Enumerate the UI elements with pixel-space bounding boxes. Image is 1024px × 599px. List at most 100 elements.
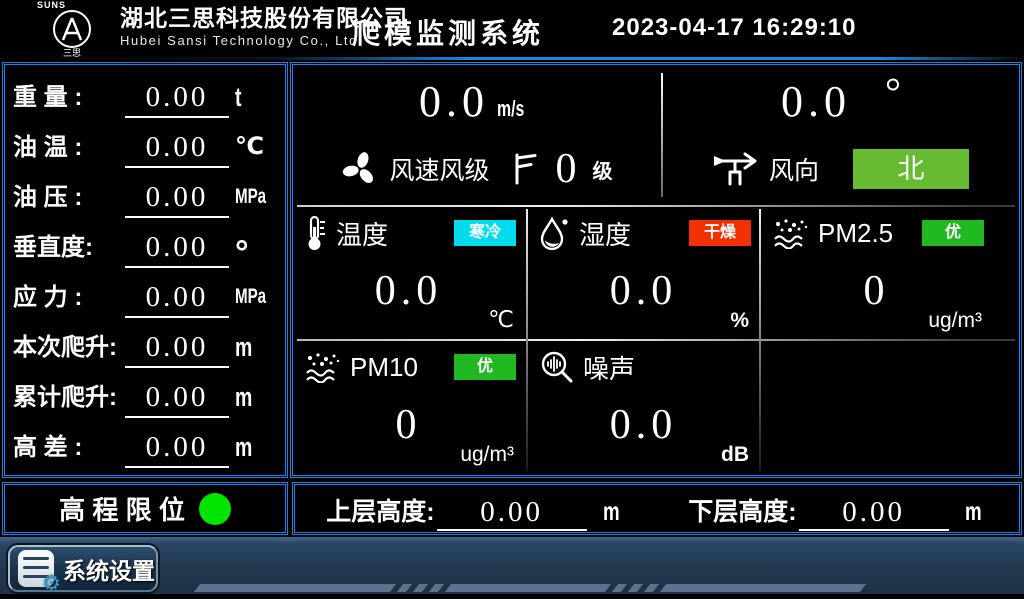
settings-sliders-icon: ⚙ bbox=[18, 550, 54, 587]
logo-mark-icon bbox=[53, 10, 91, 48]
temperature-status-badge: 寒冷 bbox=[454, 220, 516, 246]
oil-pressure-label: 油 压 : bbox=[13, 178, 125, 218]
wind-direction-value: 0.0 bbox=[781, 77, 851, 127]
pm10-cell: PM10 优 0 ug/m³ bbox=[293, 341, 524, 471]
wind-direction-section: 0.0 ° 风向 北 bbox=[663, 65, 1019, 205]
lower-height-section: 下层高度: 0.00 m bbox=[657, 487, 1019, 531]
layer-heights-box: 上层高度: 0.00 m 下层高度: 0.00 m bbox=[292, 482, 1022, 535]
humidity-cell: 湿度 干燥 0.0 % bbox=[528, 207, 759, 337]
dust-icon bbox=[305, 351, 341, 383]
sidebar-row-total-climb: 累计爬升: 0.00 m bbox=[13, 370, 277, 418]
elevation-limit-status-light bbox=[199, 493, 231, 525]
noise-cell: 噪声 0.0 dB bbox=[528, 341, 759, 471]
humidity-status-badge: 干燥 bbox=[689, 220, 751, 246]
pm25-label: PM2.5 bbox=[818, 218, 893, 249]
current-climb-unit: m bbox=[235, 326, 252, 368]
wind-level-value: 0 bbox=[556, 146, 577, 192]
datetime-display: 2023-04-17 16:29:10 bbox=[612, 14, 857, 42]
wind-direction-unit: ° bbox=[885, 77, 901, 107]
oil-temp-unit: ℃ bbox=[235, 126, 277, 168]
pm25-value: 0 bbox=[761, 267, 992, 315]
header: SUNS 三思 湖北三思科技股份有限公司 Hubei Sansi Technol… bbox=[0, 0, 1024, 57]
upper-height-value: 0.00 bbox=[437, 495, 587, 531]
wind-speed-section: 0.0 m/s 风速风级 bbox=[293, 65, 661, 205]
height-diff-value: 0.00 bbox=[125, 429, 229, 468]
wind-speed-label: 风速风级 bbox=[389, 151, 489, 187]
wind-speed-value: 0.0 bbox=[419, 77, 489, 127]
temperature-cell: 温度 寒冷 0.0 ℃ bbox=[293, 207, 524, 337]
dust-icon bbox=[773, 217, 809, 249]
wind-vane-icon bbox=[713, 150, 759, 188]
taskbar: ⚙ 系统设置 bbox=[0, 537, 1024, 599]
taskbar-bottom-strip bbox=[0, 594, 1024, 599]
sidebar-row-oil-pressure: 油 压 : 0.00 MPa bbox=[13, 170, 277, 218]
wind-direction-badge: 北 bbox=[853, 149, 969, 189]
wind-speed-unit: m/s bbox=[497, 96, 524, 122]
wind-direction-label: 风向 bbox=[769, 151, 819, 187]
verticality-unit: ° bbox=[235, 238, 277, 268]
weight-unit: t bbox=[235, 76, 241, 118]
pm10-status-badge: 优 bbox=[454, 354, 516, 380]
pm25-cell: PM2.5 优 0 ug/m³ bbox=[761, 207, 992, 337]
taskbar-decoration bbox=[197, 584, 870, 592]
page-title: 爬模监测系统 bbox=[352, 12, 544, 52]
sidebar-row-oil-temp: 油 温 : 0.00 ℃ bbox=[13, 120, 277, 168]
stress-unit: MPa bbox=[235, 276, 266, 318]
pm10-label: PM10 bbox=[350, 352, 418, 383]
pm25-status-badge: 优 bbox=[922, 220, 984, 246]
current-climb-value: 0.00 bbox=[125, 329, 229, 368]
lower-height-unit: m bbox=[965, 491, 982, 531]
upper-height-label: 上层高度: bbox=[326, 493, 434, 531]
humidity-unit: % bbox=[730, 309, 749, 333]
noise-unit: dB bbox=[721, 443, 749, 467]
sensor-grid: 温度 寒冷 0.0 ℃ 湿度 干燥 bbox=[293, 205, 1019, 476]
elevation-limit-label: 高 程 限 位 bbox=[59, 490, 185, 527]
pm25-unit: ug/m³ bbox=[928, 309, 982, 333]
stress-label: 应 力 : bbox=[13, 278, 125, 318]
verticality-value: 0.00 bbox=[125, 229, 229, 268]
humidity-label: 湿度 bbox=[579, 215, 631, 252]
temperature-unit: ℃ bbox=[488, 306, 514, 333]
humidity-value: 0.0 bbox=[528, 267, 759, 315]
height-diff-label: 高 差 : bbox=[13, 428, 125, 468]
verticality-label: 垂直度: bbox=[13, 228, 125, 268]
gear-icon: ⚙ bbox=[42, 571, 61, 595]
total-climb-value: 0.00 bbox=[125, 379, 229, 418]
noise-icon bbox=[540, 350, 574, 384]
height-diff-unit: m bbox=[235, 426, 252, 468]
noise-value: 0.0 bbox=[528, 401, 759, 449]
elevation-limit-box: 高 程 限 位 bbox=[2, 482, 288, 535]
total-climb-label: 累计爬升: bbox=[13, 378, 125, 418]
system-settings-button[interactable]: ⚙ 系统设置 bbox=[8, 545, 158, 592]
company-logo: SUNS 三思 bbox=[24, 0, 120, 57]
environment-panel: 0.0 m/s 风速风级 bbox=[290, 62, 1022, 478]
lower-height-label: 下层高度: bbox=[688, 493, 796, 531]
droplet-icon bbox=[540, 216, 570, 250]
stress-value: 0.00 bbox=[125, 279, 229, 318]
oil-temp-value: 0.00 bbox=[125, 129, 229, 168]
pm10-value: 0 bbox=[293, 401, 524, 449]
weight-label: 重 量 : bbox=[13, 78, 125, 118]
empty-cell bbox=[761, 341, 992, 471]
sidebar-row-height-diff: 高 差 : 0.00 m bbox=[13, 420, 277, 468]
sidebar-row-stress: 应 力 : 0.00 MPa bbox=[13, 270, 277, 318]
pm10-unit: ug/m³ bbox=[460, 443, 514, 467]
measurement-sidebar: 重 量 : 0.00 t 油 温 : 0.00 ℃ 油 压 : 0.00 MPa… bbox=[2, 62, 288, 478]
oil-pressure-value: 0.00 bbox=[125, 179, 229, 218]
logo-top-text: SUNS bbox=[24, 0, 120, 10]
oil-temp-label: 油 温 : bbox=[13, 128, 125, 168]
sidebar-row-current-climb: 本次爬升: 0.00 m bbox=[13, 320, 277, 368]
fan-icon bbox=[341, 150, 379, 188]
noise-label: 噪声 bbox=[583, 349, 635, 386]
header-divider bbox=[0, 57, 1024, 60]
wind-level-flag-icon bbox=[512, 152, 538, 186]
total-climb-unit: m bbox=[235, 376, 252, 418]
sidebar-row-verticality: 垂直度: 0.00 ° bbox=[13, 220, 277, 268]
settings-button-label: 系统设置 bbox=[63, 552, 155, 586]
upper-height-unit: m bbox=[603, 491, 620, 531]
current-climb-label: 本次爬升: bbox=[13, 328, 125, 368]
temperature-label: 温度 bbox=[336, 215, 388, 252]
upper-height-section: 上层高度: 0.00 m bbox=[295, 487, 657, 531]
oil-pressure-unit: MPa bbox=[235, 176, 266, 218]
sidebar-row-weight: 重 量 : 0.00 t bbox=[13, 70, 277, 118]
